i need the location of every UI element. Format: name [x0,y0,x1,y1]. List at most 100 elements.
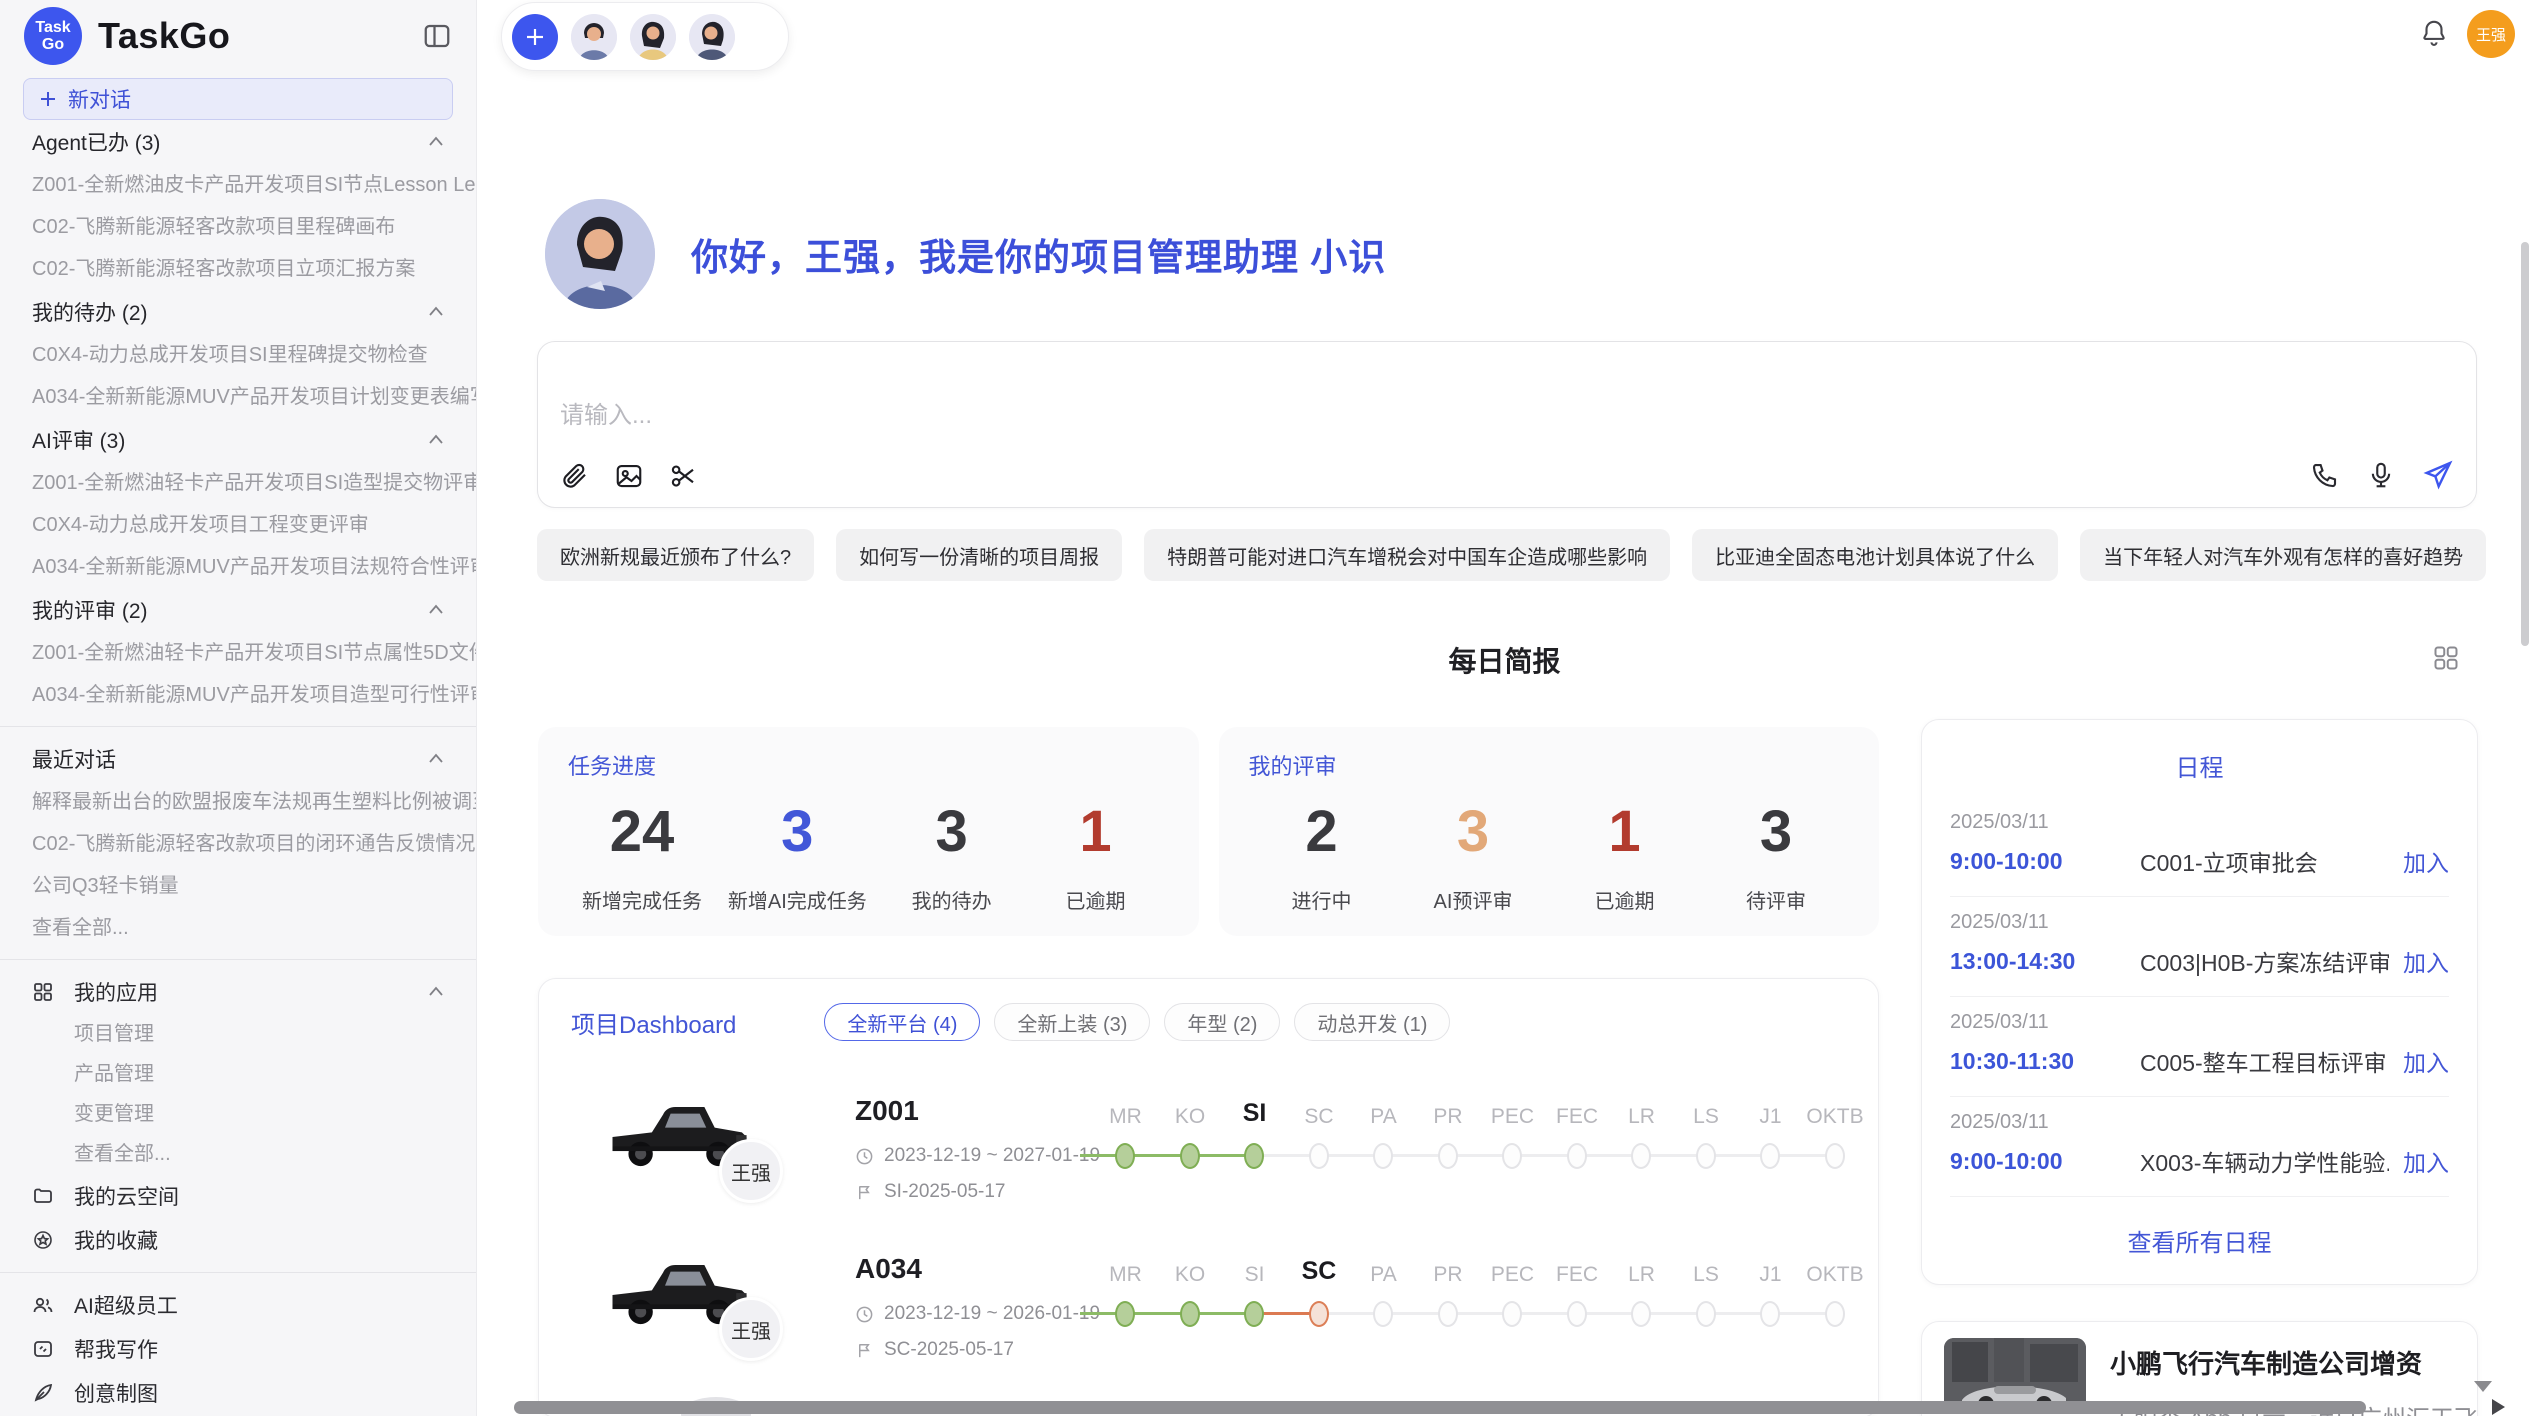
layout-grid-icon[interactable] [2432,644,2460,677]
recent-chat-item[interactable]: 解释最新出台的欧盟报废车法规再生塑料比例被调至15%... [0,781,476,823]
sidebar-task-item[interactable]: A034-全新新能源MUV产品开发项目法规符合性评审 [0,546,476,588]
add-session-button[interactable] [512,14,558,60]
stat-value: 1 [1566,797,1684,867]
sidebar-item-my-apps[interactable]: 我的应用 [0,970,476,1014]
stat-label: 我的待办 [893,885,1011,914]
sidebar-task-item[interactable]: Z001-全新燃油皮卡产品开发项目SI节点Lesson Learn报告 [0,164,476,206]
chat-input[interactable] [560,402,1760,430]
milestone-label: SI [1222,1263,1287,1287]
suggestion-chip[interactable]: 当下年轻人对汽车外观有怎样的喜好趋势 [2080,529,2486,581]
sidebar-task-item[interactable]: Z001-全新燃油轻卡产品开发项目SI造型提交物评审 [0,462,476,504]
dashboard-tab[interactable]: 全新上装 (3) [994,1003,1150,1041]
plus-icon [523,25,547,49]
dashboard-tab[interactable]: 动总开发 (1) [1294,1003,1450,1041]
join-link[interactable]: 加入 [2403,1144,2449,1178]
section-title: 我的待办 (2) [32,297,148,327]
stat-label: 进行中 [1263,885,1381,914]
suggestion-chip[interactable]: 比亚迪全固态电池计划具体说了什么 [1692,529,2058,581]
project-dates-text: 2023-12-19 ~ 2027-01-19 [884,1145,1100,1167]
horizontal-scrollbar[interactable] [514,1401,2366,1414]
sidebar-task-item[interactable]: A034-全新新能源MUV产品开发项目造型可行性评审 [0,674,476,716]
new-chat-label: 新对话 [68,84,131,114]
logo-text-top: Task [35,19,70,36]
schedule-event: 2025/03/1110:30-11:30C005-整车工程目标评审加入 [1950,997,2449,1097]
assistant-avatar [545,199,655,309]
ai-employee-label: AI超级员工 [74,1290,178,1320]
app-menu-item[interactable]: 变更管理 [0,1094,476,1134]
sidebar-section-header-1[interactable]: 我的待办 (2) [0,290,476,334]
sidebar-item-ai-employee[interactable]: AI超级员工 [0,1283,476,1327]
chevron-up-icon[interactable] [426,749,446,769]
project-row[interactable]: 王强A0342023-12-19 ~ 2026-01-19SC-2025-05-… [571,1243,1846,1393]
sidebar-task-item[interactable]: C02-飞腾新能源轻客改款项目里程碑画布 [0,206,476,248]
sidebar-task-item[interactable]: C0X4-动力总成开发项目SI里程碑提交物检查 [0,334,476,376]
sidebar-item-my-cloud[interactable]: 我的云空间 [0,1174,476,1218]
sidebar-section-header-0[interactable]: Agent已办 (3) [0,120,476,164]
app-menu-item[interactable]: 查看全部... [0,1134,476,1174]
sidebar-task-item[interactable]: Z001-全新燃油轻卡产品开发项目SI节点属性5D文件评审 [0,632,476,674]
join-link[interactable]: 加入 [2403,1044,2449,1078]
image-icon[interactable] [614,461,644,491]
avatar[interactable] [571,14,617,60]
view-all-schedule-link[interactable]: 查看所有日程 [1950,1223,2449,1258]
avatar[interactable] [689,14,735,60]
chevron-up-icon[interactable] [426,302,446,322]
session-avatars-bar [501,2,789,71]
milestone-dot [1309,1143,1329,1169]
scissors-icon[interactable] [668,461,698,491]
event-row: 9:00-10:00X003-车辆动力学性能验...加入 [1950,1144,2449,1178]
stat-value: 2 [1263,797,1381,867]
milestone-dot [1180,1301,1200,1327]
milestone-dot [1696,1301,1716,1327]
divider [0,959,476,960]
send-icon[interactable] [2422,459,2454,491]
event-date: 2025/03/11 [1950,1011,2449,1034]
recent-chat-item[interactable]: 公司Q3轻卡销量 [0,865,476,907]
dashboard-tab[interactable]: 年型 (2) [1164,1003,1280,1041]
sidebar-item-help-write[interactable]: 帮我写作 [0,1327,476,1371]
chevron-up-icon[interactable] [426,430,446,450]
project-flag: SI-2025-05-17 [855,1181,1005,1203]
suggestion-chip[interactable]: 欧洲新规最近颁布了什么? [537,529,814,581]
scroll-down-arrow[interactable] [2474,1381,2492,1392]
attachment-icon[interactable] [560,461,590,491]
sidebar-task-item[interactable]: C02-飞腾新能源轻客改款项目立项汇报方案 [0,248,476,290]
my-cloud-label: 我的云空间 [74,1181,179,1211]
dashboard-tab[interactable]: 全新平台 (4) [824,1003,980,1041]
recent-chat-item[interactable]: 查看全部... [0,907,476,949]
stat-label: 新增AI完成任务 [728,885,867,914]
sidebar-task-item[interactable]: A034-全新新能源MUV产品开发项目计划变更表编写 [0,376,476,418]
phone-call-icon[interactable] [2310,460,2340,490]
news-title: 小鹏飞行汽车制造公司增资 [2110,1344,2478,1381]
sidebar-section-header-3[interactable]: 我的评审 (2) [0,588,476,632]
new-chat-button[interactable]: 新对话 [23,78,453,120]
chevron-up-icon[interactable] [426,600,446,620]
avatar[interactable] [630,14,676,60]
milestone-dot [1115,1143,1135,1169]
suggestion-chip[interactable]: 特朗普可能对进口汽车增税会对中国车企造成哪些影响 [1144,529,1670,581]
sidebar-task-item[interactable]: C0X4-动力总成开发项目工程变更评审 [0,504,476,546]
sidebar-section-header-2[interactable]: AI评审 (3) [0,418,476,462]
chevron-up-icon[interactable] [426,982,446,1002]
event-time: 9:00-10:00 [1950,848,2140,875]
sidebar-item-my-favorites[interactable]: 我的收藏 [0,1218,476,1262]
greeting-text: 你好，王强，我是你的项目管理助理 小识 [691,227,1386,281]
vertical-scrollbar[interactable] [2521,242,2529,646]
suggestion-chip[interactable]: 如何写一份清晰的项目周报 [836,529,1122,581]
microphone-icon[interactable] [2366,460,2396,490]
recent-chat-item[interactable]: C02-飞腾新能源轻客改款项目的闭环通告反馈情况 [0,823,476,865]
write-icon [32,1338,54,1360]
app-menu-item[interactable]: 项目管理 [0,1014,476,1054]
recent-chats-header[interactable]: 最近对话 [0,737,476,781]
join-link[interactable]: 加入 [2403,944,2449,978]
scroll-right-arrow[interactable] [2492,1399,2505,1415]
user-avatar[interactable]: 王强 [2467,10,2515,58]
join-link[interactable]: 加入 [2403,844,2449,878]
chevron-up-icon[interactable] [426,132,446,152]
notifications-bell-icon[interactable] [2419,18,2449,53]
app-menu-item[interactable]: 产品管理 [0,1054,476,1094]
sidebar-collapse-icon[interactable] [422,21,452,51]
sidebar-item-creative-draw[interactable]: 创意制图 [0,1371,476,1415]
project-row[interactable]: 王强Z0012023-12-19 ~ 2027-01-19SI-2025-05-… [571,1085,1846,1235]
app-window: Task Go TaskGo 新对话 Agent已办 (3)Z001-全新燃油皮… [0,0,2532,1416]
